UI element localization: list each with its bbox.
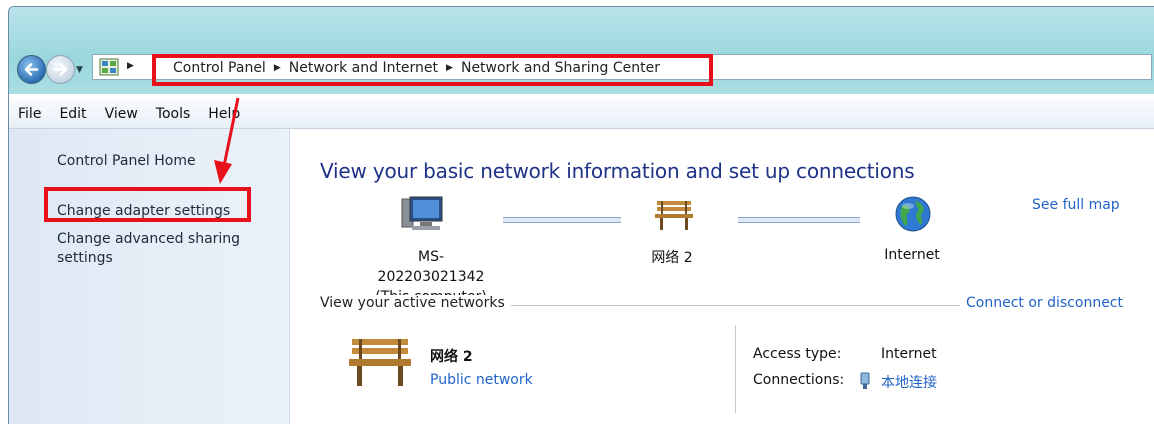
adapter-settings-highlight-box (44, 187, 251, 222)
connections-label: Connections: (753, 372, 845, 388)
globe-icon[interactable] (894, 195, 932, 233)
back-icon (24, 63, 39, 76)
connect-or-disconnect-link[interactable]: Connect or disconnect (960, 295, 1123, 311)
address-highlight-box (152, 54, 713, 86)
bench-icon[interactable] (654, 197, 694, 233)
computer-icon[interactable] (400, 195, 446, 235)
active-networks-title: View your active networks (320, 295, 511, 311)
address-separator-icon[interactable]: ▶ (127, 61, 134, 71)
menu-edit[interactable]: Edit (50, 106, 95, 122)
menu-tools[interactable]: Tools (147, 106, 200, 122)
back-button[interactable] (17, 55, 46, 84)
active-network-name: 网络 2 (430, 349, 473, 365)
red-arrow-icon (214, 97, 240, 184)
page-title: View your basic network information and … (320, 159, 915, 183)
network-label: 网络 2 (651, 250, 693, 266)
menu-file[interactable]: File (9, 106, 50, 122)
forward-icon (53, 63, 68, 76)
recent-pages-dropdown[interactable]: ▼ (76, 65, 83, 75)
bench-icon[interactable] (348, 333, 412, 391)
internet-label: Internet (884, 247, 940, 263)
access-type-label: Access type: (753, 346, 842, 362)
computer-name: MS-202203021342 (377, 249, 485, 285)
sidebar-item-change-advanced-sharing-settings[interactable]: Change advanced sharing settings (57, 230, 267, 268)
network-type-link[interactable]: Public network (430, 372, 533, 388)
menu-bar: File Edit View Tools Help (9, 100, 1154, 129)
control-panel-icon (99, 58, 119, 76)
connection-line (738, 217, 860, 223)
main-content: View your basic network information and … (298, 129, 1154, 424)
see-full-map-link[interactable]: See full map (1032, 197, 1120, 213)
network-adapter-icon (860, 372, 870, 389)
local-connection-link[interactable]: 本地连接 (881, 372, 937, 392)
forward-button[interactable] (46, 55, 75, 84)
menu-view[interactable]: View (96, 106, 147, 122)
access-type-value: Internet (881, 346, 937, 362)
sidebar: Control Panel Home Change adapter settin… (9, 129, 290, 424)
vertical-divider (735, 325, 736, 413)
sidebar-item-control-panel-home[interactable]: Control Panel Home (57, 153, 196, 169)
connection-line (503, 217, 621, 223)
